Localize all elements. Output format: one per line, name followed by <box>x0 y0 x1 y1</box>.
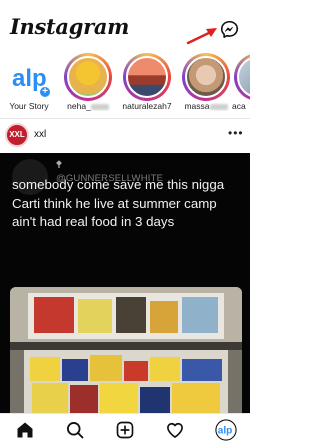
story-massa[interactable]: massa <box>180 52 232 116</box>
post-header: XXL xxl ••• <box>0 119 250 151</box>
story-name: Your Story <box>9 101 49 111</box>
activity-heart-icon[interactable] <box>165 420 185 440</box>
story-ring <box>234 53 250 101</box>
blurred-username <box>209 103 228 110</box>
story-avatar <box>237 56 250 98</box>
messenger-icon[interactable] <box>220 20 239 39</box>
story-avatar <box>126 56 168 98</box>
story-ring <box>64 53 112 101</box>
story-avatar <box>67 56 109 98</box>
svg-text:alp: alp <box>218 426 233 437</box>
story-name: neha_ <box>56 101 120 111</box>
post-media[interactable]: 🕈 @GUNNERSELLWHITE somebody come save me… <box>0 153 250 413</box>
profile-icon[interactable]: alp <box>215 419 237 441</box>
tweet-text: somebody come save me this nigga Carti t… <box>12 177 225 229</box>
story-avatar <box>185 56 227 98</box>
top-bar: Instagram <box>0 0 250 52</box>
story-ring <box>123 53 171 101</box>
story-name: massa <box>174 101 238 111</box>
tweet-photo <box>10 287 242 413</box>
stories-tray: alp + Your Story neha_ naturalezah7 mass… <box>0 52 250 116</box>
story-ring <box>182 53 230 101</box>
instagram-logo[interactable]: Instagram <box>10 14 129 39</box>
story-aca[interactable]: aca <box>232 52 250 116</box>
story-name: aca <box>232 101 246 111</box>
story-neha[interactable]: neha_ <box>62 52 114 116</box>
story-your-story[interactable]: alp + Your Story <box>3 52 55 116</box>
story-name: naturalezah7 <box>122 101 172 111</box>
new-post-icon[interactable] <box>115 420 135 440</box>
post-author-avatar[interactable]: XXL <box>5 123 29 147</box>
bottom-nav: alp <box>0 413 250 445</box>
tweet-display-name: 🕈 <box>56 160 62 171</box>
more-options-icon[interactable]: ••• <box>228 126 244 140</box>
add-story-icon[interactable]: + <box>38 85 52 99</box>
home-icon[interactable] <box>15 420 35 440</box>
post-username[interactable]: xxl <box>34 129 46 140</box>
search-icon[interactable] <box>65 420 85 440</box>
story-naturalezah7[interactable]: naturalezah7 <box>121 52 173 116</box>
blurred-username <box>90 103 109 110</box>
red-arrow-annotation <box>186 28 217 45</box>
